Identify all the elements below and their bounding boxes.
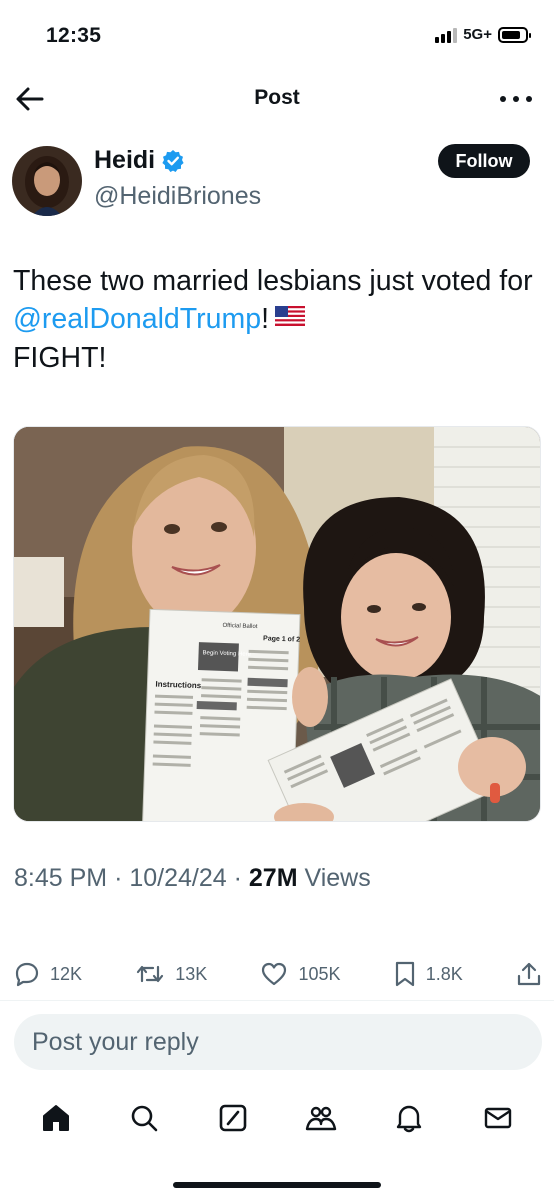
post-text: These two married lesbians just voted fo…	[13, 262, 534, 377]
tab-notifications[interactable]	[385, 1096, 433, 1140]
network-label: 5G+	[463, 26, 492, 43]
bell-icon	[397, 1105, 422, 1133]
reply-icon	[15, 962, 39, 987]
status-bar: 12:35 5G+	[0, 0, 554, 70]
page-title: Post	[254, 86, 300, 109]
reply-placeholder: Post your reply	[32, 1027, 199, 1056]
more-options-button[interactable]	[500, 84, 532, 114]
communities-icon	[305, 1106, 337, 1131]
bookmark-button[interactable]: 1.8K	[394, 961, 463, 987]
author-handle[interactable]: @HeidiBriones	[94, 182, 261, 211]
avatar[interactable]	[12, 146, 82, 216]
views-label: Views	[304, 864, 371, 892]
post-text-part: FIGHT!	[13, 342, 107, 375]
author-name-text: Heidi	[94, 146, 156, 174]
post-time: 8:45 PM	[14, 864, 108, 892]
mail-icon	[484, 1107, 511, 1129]
share-button[interactable]	[516, 961, 542, 987]
post-text-part: These two married lesbians just voted fo…	[13, 265, 533, 297]
more-dot	[526, 96, 532, 102]
follow-button[interactable]: Follow	[438, 144, 530, 178]
avatar-image	[12, 146, 82, 216]
bookmark-count: 1.8K	[425, 963, 463, 984]
tab-messages[interactable]	[474, 1096, 522, 1140]
reply-input[interactable]: Post your reply	[14, 1014, 542, 1070]
meta-separator: ·	[114, 864, 130, 892]
status-indicators: 5G+	[435, 26, 531, 43]
post-date: 10/24/24	[129, 864, 227, 892]
action-bar: 12K 13K 105K 1.8K	[14, 954, 542, 994]
tab-communities[interactable]	[297, 1096, 345, 1140]
home-indicator	[173, 1182, 381, 1188]
tab-home[interactable]	[32, 1096, 80, 1140]
like-count: 105K	[298, 963, 341, 984]
us-flag-icon	[274, 298, 305, 336]
ballot-section-text: Instructions	[155, 680, 202, 691]
battery-icon	[498, 26, 531, 43]
repost-icon	[137, 965, 164, 983]
post-meta: 8:45 PM · 10/24/24 · 27M Views	[14, 864, 371, 893]
search-icon	[132, 1105, 158, 1132]
home-icon	[43, 1105, 70, 1131]
verified-badge-icon	[162, 149, 184, 172]
photo-two-women-with-ballots: Official Ballot Page 1 of 2 Begin Voting…	[14, 427, 540, 821]
mention-link[interactable]: @realDonaldTrump	[13, 303, 261, 335]
post-text-part: !	[261, 303, 269, 335]
heart-icon	[262, 962, 287, 986]
divider	[0, 1000, 554, 1001]
repost-button[interactable]: 13K	[135, 961, 207, 987]
views-count[interactable]: 27M	[249, 864, 298, 892]
like-button[interactable]: 105K	[260, 961, 341, 987]
bookmark-icon	[395, 961, 414, 987]
meta-separator: ·	[233, 864, 249, 892]
author-name[interactable]: Heidi	[94, 146, 185, 175]
tab-search[interactable]	[120, 1096, 168, 1140]
bottom-tab-bar	[0, 1094, 554, 1142]
reply-button[interactable]: 12K	[14, 961, 82, 987]
signal-icon	[435, 27, 458, 43]
repost-count: 13K	[175, 963, 208, 984]
more-dot	[500, 96, 506, 102]
reply-count: 12K	[50, 963, 83, 984]
share-icon	[517, 962, 541, 986]
status-time: 12:35	[46, 24, 102, 47]
nav-header: Post	[0, 70, 554, 128]
tab-grok[interactable]	[209, 1096, 257, 1140]
post-photo[interactable]: Official Ballot Page 1 of 2 Begin Voting…	[13, 426, 541, 822]
ballot-page-text: Page 1 of 2	[263, 635, 300, 643]
more-dot	[513, 96, 519, 102]
grok-icon	[219, 1104, 247, 1132]
ballot-header-text: Official Ballot	[222, 623, 257, 630]
post-author: Heidi @HeidiBriones Follow	[12, 144, 530, 220]
